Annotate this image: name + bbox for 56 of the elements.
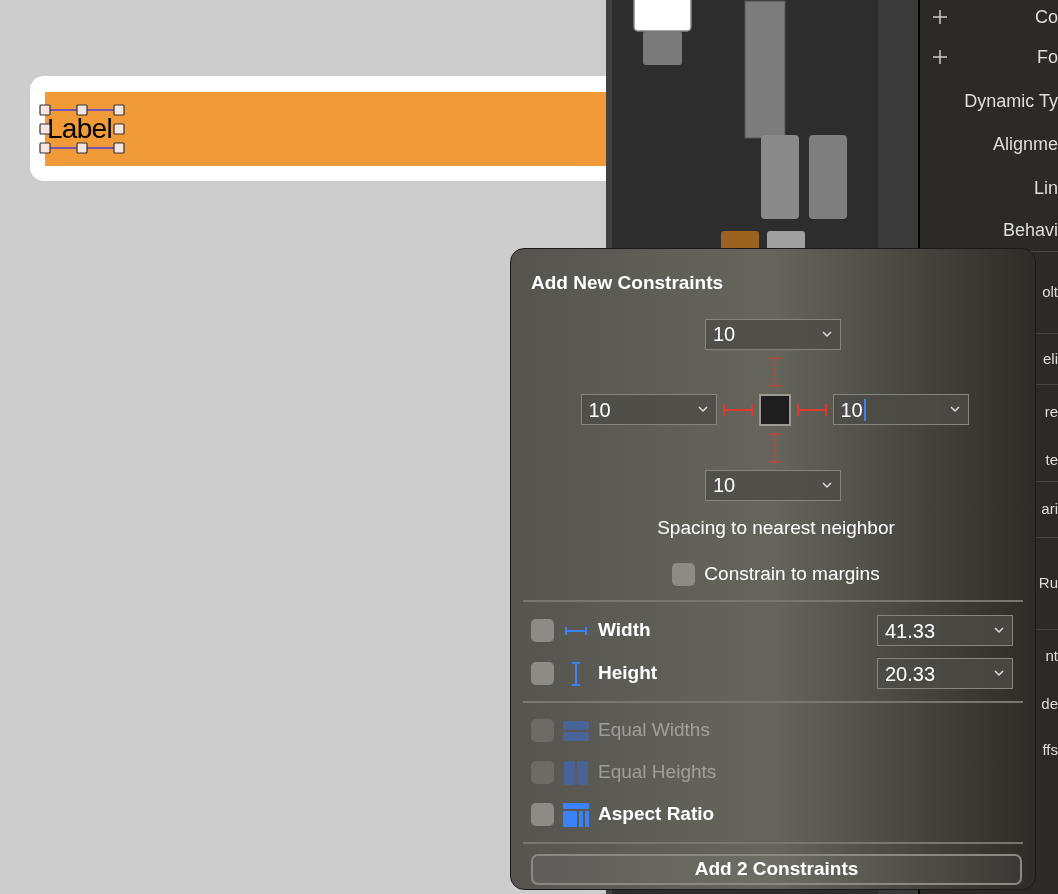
inspector-label: eli (1043, 348, 1058, 369)
equal-widths-icon (563, 718, 589, 743)
label-text[interactable]: Label (47, 115, 112, 143)
checkbox[interactable] (531, 803, 554, 826)
spacing-field[interactable]: 10 (705, 318, 841, 350)
checkbox[interactable] (531, 662, 554, 685)
checkbox-label[interactable]: Width (598, 616, 651, 645)
spacing-field[interactable]: 10 (705, 469, 841, 501)
chevron-down-icon (822, 330, 832, 338)
inspector-label: nt (1045, 645, 1058, 666)
inspector-label: de (1041, 694, 1058, 715)
inspector-label: Lin (1033, 176, 1058, 200)
add-constraints-button[interactable]: Add 2 Constraints (531, 853, 1022, 885)
screen-thumbnail[interactable] (744, 0, 786, 139)
value-field[interactable]: 41.33 (877, 615, 1013, 646)
inspector-label: re (1044, 402, 1058, 423)
constraint-i-beam-icon[interactable] (796, 401, 827, 418)
chevron-down-icon (949, 406, 960, 413)
chevron-down-icon (822, 481, 832, 489)
plus-icon[interactable] (933, 50, 947, 64)
constraint-i-beam-icon[interactable] (766, 356, 783, 387)
view-square-icon (758, 393, 791, 426)
checkbox[interactable] (531, 619, 554, 642)
spacing-field[interactable]: 10 (580, 394, 717, 425)
inspector-label: ffs (1042, 739, 1058, 760)
checkbox-label[interactable]: Constrain to margins (704, 560, 880, 589)
plus-icon[interactable] (933, 10, 947, 24)
constraint-i-beam-icon[interactable] (722, 401, 753, 418)
inspector-label: te (1045, 450, 1058, 471)
selection-handles[interactable] (39, 104, 125, 154)
inspector-label: Behavi (1002, 219, 1058, 242)
inspector-label: ari (1041, 499, 1058, 520)
value-field[interactable]: 20.33 (877, 658, 1013, 689)
spacing-field[interactable]: 10 (832, 394, 969, 425)
screen-thumbnail[interactable] (761, 135, 799, 219)
checkbox-label[interactable]: Height (598, 659, 658, 688)
width-icon (565, 625, 587, 636)
spacing-caption: Spacing to nearest neighbor (657, 515, 895, 540)
chevron-down-icon (994, 627, 1004, 634)
inspector-label: olt (1042, 282, 1058, 303)
equal-heights-icon (563, 760, 589, 785)
chevron-down-icon (697, 406, 708, 413)
inspector-label: Dynamic Ty (964, 90, 1058, 113)
checkbox-label[interactable]: Aspect Ratio (598, 800, 715, 829)
height-icon (571, 661, 581, 686)
checkbox[interactable] (672, 562, 696, 586)
constraint-i-beam-icon[interactable] (766, 432, 783, 463)
screen-thumbnail[interactable] (633, 0, 692, 65)
aspect-ratio-icon (563, 802, 589, 827)
inspector-label: Alignme (992, 133, 1058, 156)
inspector-label: Co (1035, 5, 1058, 29)
popover-title: Add New Constraints (531, 271, 725, 295)
chevron-down-icon (994, 670, 1004, 677)
inspector-label: Ru (1038, 573, 1058, 594)
inspector-label: Fo (1037, 45, 1058, 69)
screen-thumbnail[interactable] (809, 135, 847, 219)
